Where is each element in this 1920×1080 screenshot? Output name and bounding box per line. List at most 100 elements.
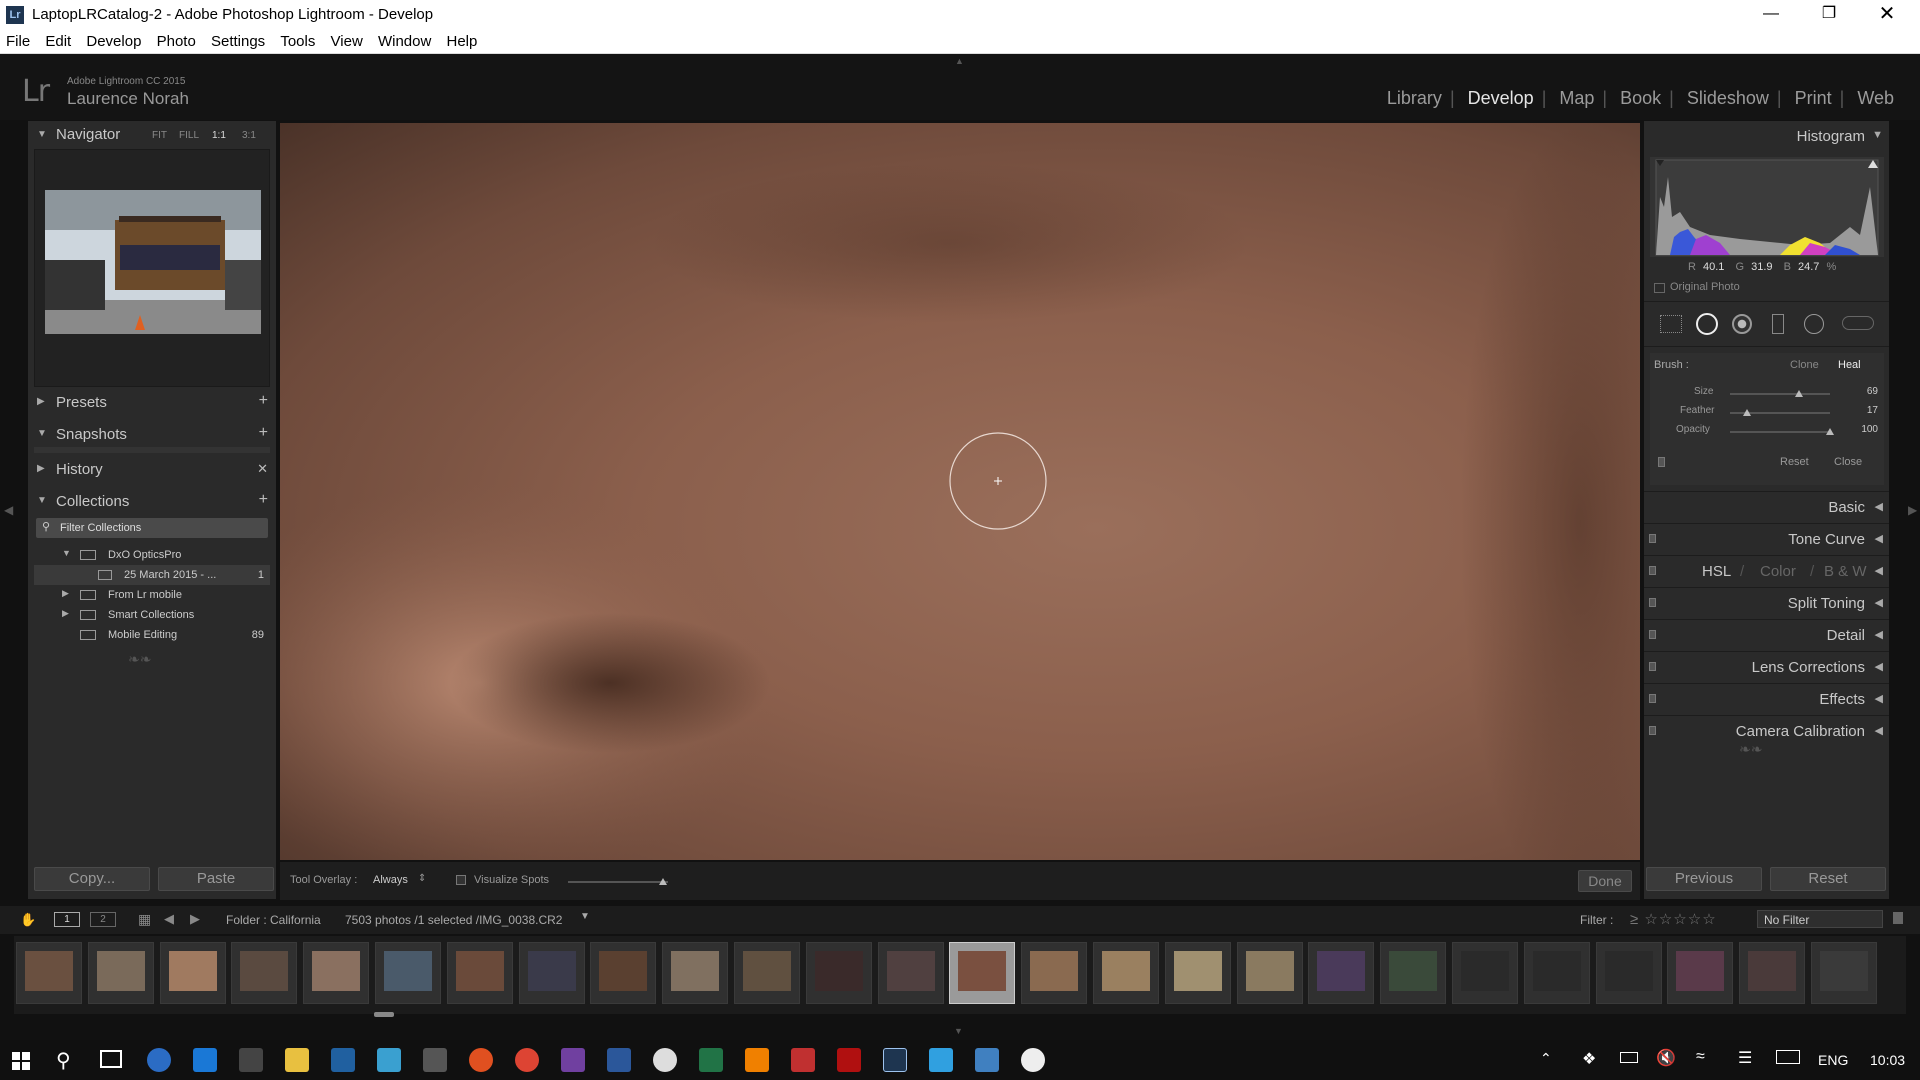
filmstrip-thumbnail[interactable] — [1308, 942, 1375, 1004]
minimize-button[interactable]: — — [1742, 0, 1800, 30]
module-print[interactable]: Print — [1787, 88, 1840, 108]
hsl-header[interactable]: HSL / Color / B & W ◀ — [1644, 555, 1889, 585]
add-collection-icon[interactable]: + — [259, 491, 268, 509]
red-eye-tool-icon[interactable] — [1732, 314, 1752, 334]
basic-header[interactable]: Basic ◀ — [1644, 491, 1889, 521]
filmstrip-thumbnail[interactable] — [446, 942, 513, 1004]
filmstrip-thumbnail[interactable] — [16, 942, 82, 1004]
add-snapshot-icon[interactable]: + — [259, 424, 268, 442]
menu-edit[interactable]: Edit — [39, 30, 76, 50]
filmstrip-thumbnail[interactable] — [159, 942, 226, 1004]
panel-enable-switch[interactable] — [1649, 630, 1656, 639]
app-icon[interactable] — [929, 1048, 953, 1072]
menu-settings[interactable]: Settings — [205, 30, 270, 50]
photo-canvas[interactable] — [280, 123, 1640, 860]
module-book[interactable]: Book — [1612, 88, 1669, 108]
history-header[interactable]: ▶ History ✕ — [28, 455, 276, 485]
spot-reset-button[interactable]: Reset — [1780, 456, 1809, 468]
selection-info[interactable]: 7503 photos /1 selected /IMG_0038.CR2 — [345, 913, 562, 927]
right-panel-toggle-icon[interactable]: ▶ — [1908, 503, 1917, 517]
menu-photo[interactable]: Photo — [151, 30, 201, 50]
panel-enable-switch[interactable] — [1649, 566, 1656, 575]
filmstrip-scrollbar-thumb[interactable] — [374, 1012, 394, 1017]
filter-collections-input[interactable]: ⚲ Filter Collections — [36, 518, 268, 538]
chrome-icon[interactable] — [515, 1048, 539, 1072]
windows-start-icon[interactable] — [12, 1052, 30, 1070]
clone-mode-button[interactable]: Clone — [1790, 359, 1819, 371]
zoom-3-1[interactable]: 3:1 — [242, 130, 256, 141]
clock[interactable]: 10:03 — [1870, 1052, 1905, 1068]
list-item[interactable]: ▶ Smart Collections — [34, 605, 270, 625]
filmstrip-thumbnail[interactable] — [662, 942, 729, 1004]
tone-curve-header[interactable]: Tone Curve ◀ — [1644, 523, 1889, 553]
task-view-icon[interactable] — [100, 1050, 122, 1068]
module-map[interactable]: Map — [1551, 88, 1602, 108]
app-icon[interactable] — [1021, 1048, 1045, 1072]
search-icon[interactable]: ⚲ — [56, 1048, 71, 1073]
heal-mode-button[interactable]: Heal — [1838, 359, 1861, 371]
previous-button[interactable]: Previous — [1646, 867, 1762, 891]
camera-calibration-header[interactable]: Camera Calibration ◀ — [1644, 715, 1889, 745]
menu-help[interactable]: Help — [441, 30, 483, 50]
filmstrip-thumbnail[interactable] — [303, 942, 370, 1004]
panel-enable-switch[interactable] — [1649, 534, 1656, 543]
vlc-icon[interactable] — [745, 1048, 769, 1072]
clear-history-icon[interactable]: ✕ — [257, 461, 268, 477]
show-hidden-icons-icon[interactable]: ⌃ — [1540, 1050, 1552, 1067]
close-window-button[interactable]: ✕ — [1858, 0, 1916, 30]
bw-tab[interactable]: B & W — [1824, 563, 1867, 580]
filmstrip-thumbnail[interactable] — [87, 942, 154, 1004]
left-panel-toggle-icon[interactable]: ◀ — [4, 503, 13, 517]
histogram-header[interactable]: Histogram ▼ — [1644, 121, 1889, 151]
app-icon[interactable] — [561, 1048, 585, 1072]
app-icon[interactable] — [791, 1048, 815, 1072]
feather-value[interactable]: 17 — [1850, 405, 1878, 416]
size-slider-knob[interactable] — [1795, 390, 1803, 397]
source-folder-label[interactable]: Folder : California — [226, 913, 321, 927]
menu-file[interactable]: File — [0, 30, 35, 50]
module-slideshow[interactable]: Slideshow — [1679, 88, 1777, 108]
main-window-button[interactable]: 1 — [54, 912, 80, 927]
original-photo-checkbox[interactable] — [1654, 283, 1665, 293]
back-arrow-icon[interactable]: ◀ — [164, 911, 174, 927]
store-icon[interactable] — [239, 1048, 263, 1072]
list-item[interactable]: Mobile Editing 89 — [34, 625, 270, 645]
lightroom-taskbar-icon[interactable] — [883, 1048, 907, 1072]
menu-develop[interactable]: Develop — [80, 30, 146, 50]
detail-header[interactable]: Detail ◀ — [1644, 619, 1889, 649]
lens-corrections-header[interactable]: Lens Corrections ◀ — [1644, 651, 1889, 681]
language-indicator[interactable]: ENG — [1818, 1052, 1848, 1068]
battery-icon[interactable] — [1620, 1052, 1638, 1063]
second-window-button[interactable]: 2 — [90, 912, 116, 927]
filmstrip-thumbnail[interactable] — [734, 942, 800, 1004]
opacity-value[interactable]: 100 — [1850, 424, 1878, 435]
visualize-spots-checkbox[interactable] — [456, 875, 466, 885]
module-library[interactable]: Library — [1379, 88, 1450, 108]
spot-removal-tool-icon[interactable] — [1696, 313, 1718, 335]
dropbox-icon[interactable]: ❖ — [1582, 1049, 1596, 1069]
excel-icon[interactable] — [699, 1048, 723, 1072]
visualize-threshold-slider[interactable] — [568, 881, 668, 883]
restore-button[interactable]: ❐ — [1800, 0, 1858, 30]
filmstrip-thumbnail[interactable] — [1595, 942, 1662, 1004]
grid-view-icon[interactable]: ▦ — [138, 911, 151, 928]
panel-enable-switch[interactable] — [1649, 726, 1656, 735]
filmstrip-thumbnail[interactable] — [590, 942, 657, 1004]
module-develop[interactable]: Develop — [1460, 88, 1542, 108]
filmstrip-thumbnail[interactable] — [1236, 942, 1303, 1004]
list-item[interactable]: ▼ DxO OpticsPro — [34, 545, 270, 565]
picasa-icon[interactable] — [469, 1048, 493, 1072]
snapshots-header[interactable]: ▼ Snapshots + — [28, 420, 276, 450]
volume-muted-icon[interactable]: 🔇 — [1656, 1048, 1676, 1068]
color-tab[interactable]: Color — [1760, 563, 1796, 580]
histogram-graph[interactable] — [1650, 157, 1884, 257]
split-toning-header[interactable]: Split Toning ◀ — [1644, 587, 1889, 617]
paste-button[interactable]: Paste — [158, 867, 274, 891]
size-value[interactable]: 69 — [1850, 386, 1878, 397]
filmstrip-thumbnail[interactable] — [1452, 942, 1518, 1004]
tool-overlay-select[interactable]: Always — [373, 874, 408, 886]
filezilla-icon[interactable] — [837, 1048, 861, 1072]
filmstrip-thumbnail[interactable] — [1380, 942, 1447, 1004]
spot-close-button[interactable]: Close — [1834, 456, 1862, 468]
filmstrip-thumbnail[interactable] — [375, 942, 441, 1004]
